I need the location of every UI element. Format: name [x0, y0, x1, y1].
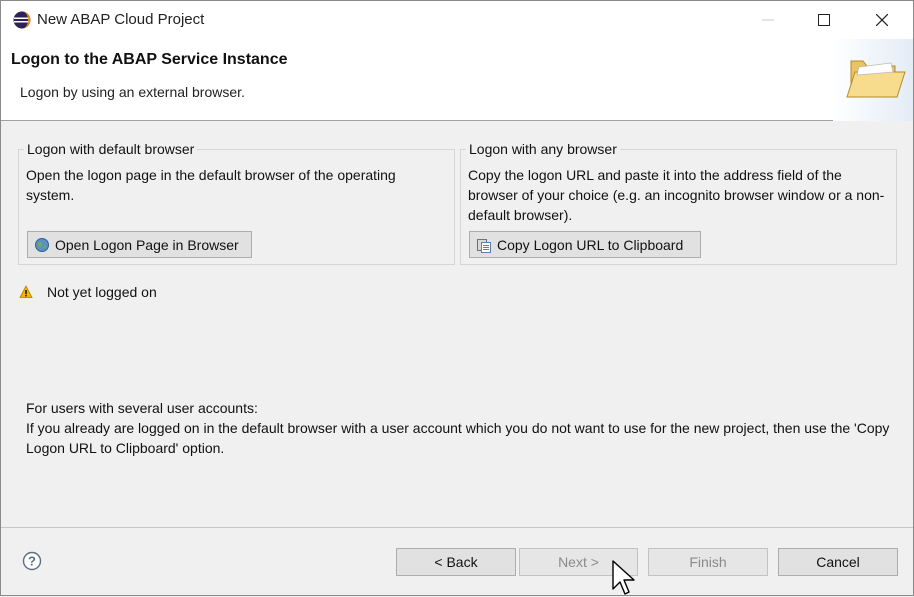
- footer-separator: [1, 527, 913, 528]
- title-bar: New ABAP Cloud Project: [1, 1, 913, 39]
- close-button[interactable]: [853, 1, 911, 39]
- close-icon: [876, 14, 888, 26]
- warning-icon: [19, 285, 33, 298]
- mouse-cursor-icon: [612, 560, 635, 595]
- copy-logon-url-button[interactable]: Copy Logon URL to Clipboard: [469, 231, 701, 258]
- back-button[interactable]: < Back: [396, 548, 516, 576]
- note-heading: For users with several user accounts:: [26, 400, 258, 416]
- multiple-accounts-note: For users with several user accounts: If…: [26, 398, 901, 458]
- wizard-header: Logon to the ABAP Service Instance Logon…: [1, 39, 913, 121]
- page-title: Logon to the ABAP Service Instance: [11, 51, 288, 68]
- dialog-window: New ABAP Cloud Project Logon to the ABAP…: [0, 0, 914, 596]
- folder-icon: [833, 39, 913, 121]
- maximize-icon: [818, 14, 830, 26]
- page-description: Logon by using an external browser.: [20, 84, 245, 100]
- logon-status-text: Not yet logged on: [47, 284, 157, 300]
- note-body: If you already are logged on in the defa…: [26, 420, 890, 456]
- cancel-button[interactable]: Cancel: [778, 548, 898, 576]
- copy-logon-url-label: Copy Logon URL to Clipboard: [497, 236, 684, 253]
- open-logon-page-label: Open Logon Page in Browser: [55, 236, 239, 253]
- window-title: New ABAP Cloud Project: [37, 11, 205, 28]
- any-browser-text: Copy the logon URL and paste it into the…: [468, 167, 885, 223]
- svg-text:?: ?: [28, 554, 36, 569]
- globe-icon: [35, 237, 49, 252]
- eclipse-icon: [13, 11, 31, 29]
- maximize-button[interactable]: [795, 1, 853, 39]
- any-browser-legend: Logon with any browser: [466, 141, 620, 157]
- default-browser-text: Open the logon page in the default brows…: [26, 167, 396, 203]
- default-browser-legend: Logon with default browser: [24, 141, 198, 157]
- open-logon-page-button[interactable]: Open Logon Page in Browser: [27, 231, 252, 258]
- minimize-icon: [762, 19, 774, 21]
- clipboard-icon: [477, 238, 491, 253]
- help-icon[interactable]: ?: [22, 551, 42, 571]
- minimize-button[interactable]: [739, 1, 797, 39]
- finish-button[interactable]: Finish: [648, 548, 768, 576]
